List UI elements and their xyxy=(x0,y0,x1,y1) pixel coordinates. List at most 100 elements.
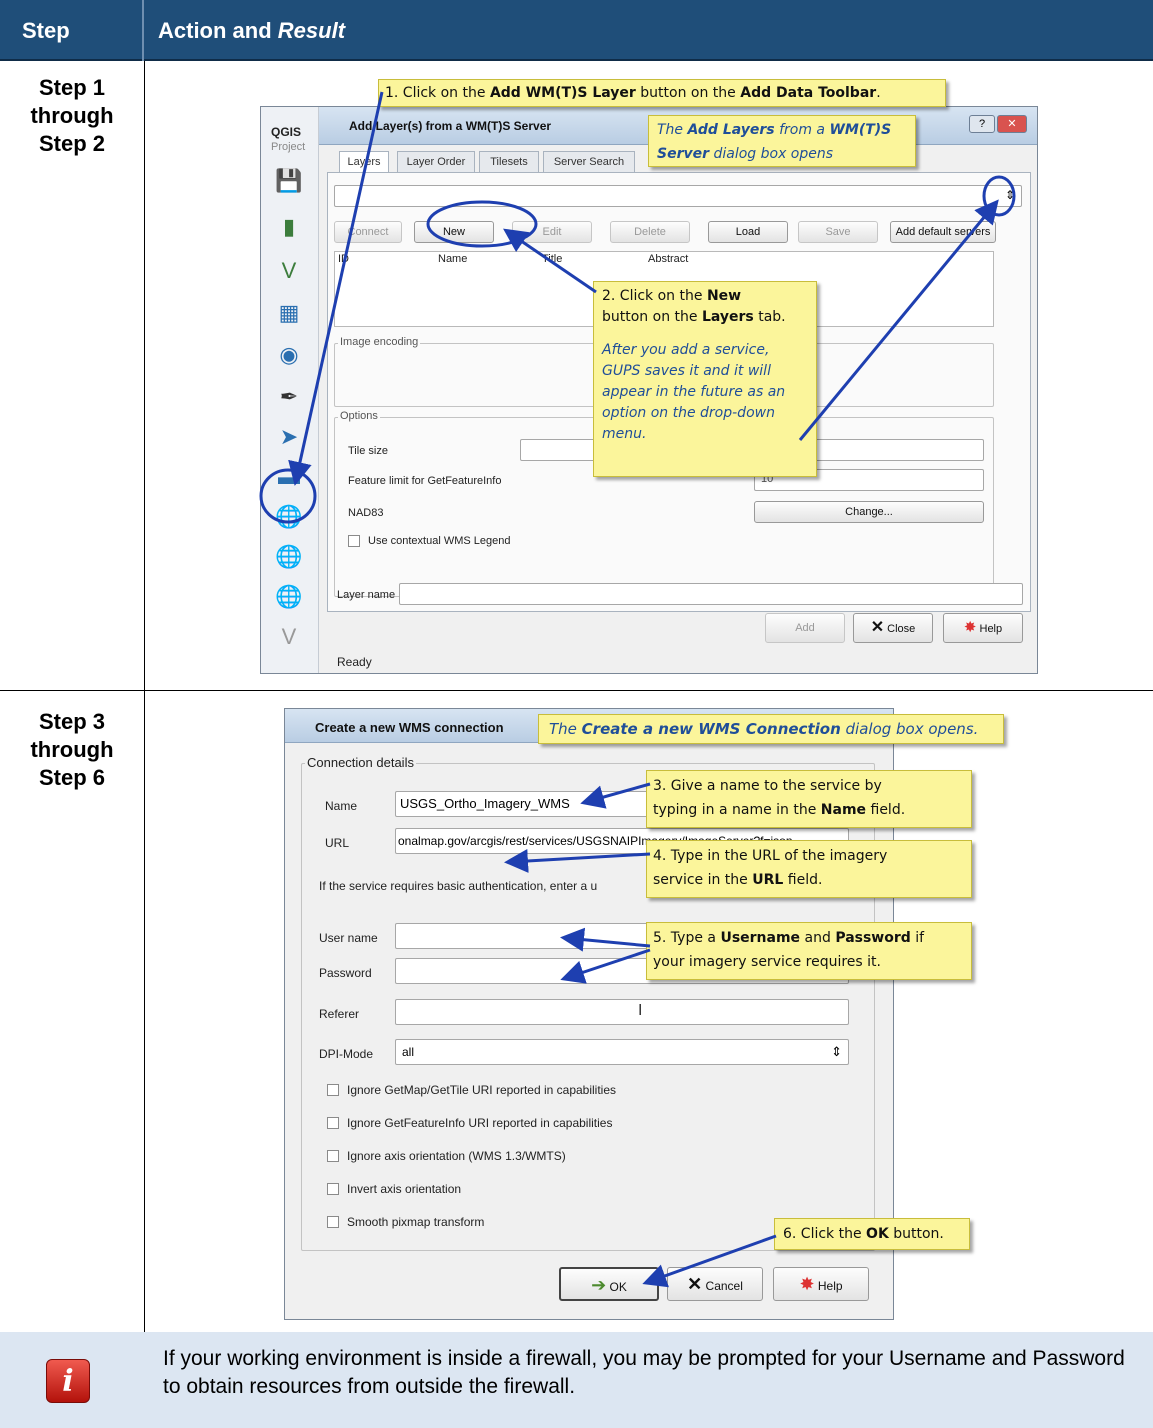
add-vector-layer-icon[interactable]: V xyxy=(275,257,303,285)
label-ignore-getmap: Ignore GetMap/GetTile URI reported in ca… xyxy=(347,1083,617,1097)
delete-button[interactable]: Delete xyxy=(610,221,690,243)
qgis-title: QGIS xyxy=(271,125,302,139)
close-window-button[interactable]: ✕ xyxy=(997,115,1027,133)
step-label-line: through xyxy=(30,103,114,128)
checkbox-ignore-axis[interactable] xyxy=(327,1150,339,1162)
callout-text: dialog box opens. xyxy=(840,720,979,738)
callout-line: After you add a service, xyxy=(602,342,770,358)
callout-bold: Layers xyxy=(701,309,754,325)
callout-step-1: 1. Click on the Add WM(T)S Layer button … xyxy=(378,79,946,107)
callout-bold: Add Layers xyxy=(687,122,775,138)
change-crs-button[interactable]: Change... xyxy=(754,501,984,523)
callout-line: GUPS saves it and it will xyxy=(602,363,771,379)
step-label-line: Step 2 xyxy=(38,131,106,156)
tab-tilesets[interactable]: Tilesets xyxy=(479,151,539,173)
ok-label: OK xyxy=(609,1280,627,1294)
add-wcs-layer-icon[interactable]: 🌐 xyxy=(275,543,303,571)
tab-layer-order[interactable]: Layer Order xyxy=(397,151,475,173)
dpi-mode-select[interactable]: all ⇕ xyxy=(395,1039,849,1065)
auth-hint: If the service requires basic authentica… xyxy=(319,879,598,893)
column-header-id[interactable]: ID xyxy=(338,253,349,271)
new-button[interactable]: New xyxy=(414,221,494,243)
callout-line: option on the drop-down xyxy=(602,405,775,421)
callout-line: Server dialog box opens xyxy=(657,142,907,166)
url-label: URL xyxy=(325,836,350,850)
close-label: Close xyxy=(887,623,916,635)
close-button[interactable]: ✕ Close xyxy=(853,613,933,643)
tab-layers[interactable]: Layers xyxy=(339,151,389,173)
step-label-line: through xyxy=(30,737,114,762)
column-header-title[interactable]: Title xyxy=(542,253,562,271)
add-raster-layer-icon[interactable]: ▦ xyxy=(275,299,303,327)
callout-bold: Password xyxy=(835,930,911,946)
text-cursor-icon: I xyxy=(638,1002,643,1019)
new-layer-icon[interactable]: ▮ xyxy=(275,213,303,241)
username-label: User name xyxy=(319,931,378,945)
callout-line: 2. Click on the New xyxy=(602,286,808,307)
layer-name-input[interactable] xyxy=(399,583,1023,605)
callout-text: field. xyxy=(783,872,823,888)
save-button[interactable]: Save xyxy=(798,221,878,243)
referer-label: Referer xyxy=(319,1007,360,1021)
callout-text: if xyxy=(910,930,925,946)
connect-button[interactable]: Connect xyxy=(334,221,402,243)
checkbox-ignore-getfeatureinfo[interactable] xyxy=(327,1117,339,1129)
callout-text: button. xyxy=(888,1226,944,1242)
cancel-icon: ✕ xyxy=(687,1274,703,1294)
step-label-2: Step 3 through Step 6 xyxy=(0,708,144,792)
load-button[interactable]: Load xyxy=(708,221,788,243)
referer-input[interactable]: I xyxy=(395,999,849,1025)
add-button[interactable]: Add xyxy=(765,613,845,643)
callout-line: your imagery service requires it. xyxy=(653,954,881,970)
checkbox-invert-axis[interactable] xyxy=(327,1183,339,1195)
add-mssql-layer-icon[interactable]: ➤ xyxy=(275,423,303,451)
column-header-name[interactable]: Name xyxy=(438,253,467,271)
callout-line: appear in the future as an xyxy=(602,384,786,400)
help-window-button[interactable]: ? xyxy=(969,115,995,133)
add-wfs-layer-icon[interactable]: 🌐 xyxy=(275,583,303,611)
edit-button[interactable]: Edit xyxy=(512,221,592,243)
note-text: If your working environment is inside a … xyxy=(163,1347,1125,1398)
callout-step-3: 3. Give a name to the service by typing … xyxy=(646,770,972,828)
callout-text: button on the xyxy=(602,309,702,325)
callout-text: from a xyxy=(774,122,830,138)
callout-line: typing in a name in the Name field. xyxy=(653,798,965,822)
add-wms-layer-icon[interactable]: 🌐 xyxy=(275,503,303,531)
add-postgis-layer-icon[interactable]: ◉ xyxy=(275,341,303,369)
help-button[interactable]: ✸ Help xyxy=(943,613,1023,643)
header-action-result: Result xyxy=(277,18,346,43)
callout-step-5: 5. Type a Username and Password if your … xyxy=(646,922,972,980)
dialog-title: Create a new WMS connection xyxy=(315,720,504,735)
callout-text: button on the xyxy=(635,85,741,101)
tab-server-search[interactable]: Server Search xyxy=(543,151,635,173)
row-divider xyxy=(0,690,1153,691)
add-spatialite-layer-icon[interactable]: ✒ xyxy=(275,383,303,411)
updown-icon: ⇕ xyxy=(831,1044,842,1059)
step-label-line: Step 6 xyxy=(38,765,106,790)
callout-text: and xyxy=(800,930,836,946)
column-divider xyxy=(144,61,145,1428)
add-oracle-layer-icon[interactable]: ▬ xyxy=(275,463,303,491)
help-button[interactable]: ✸ Help xyxy=(773,1267,869,1301)
callout-bold: Server xyxy=(657,146,710,162)
ok-button[interactable]: ➔ OK xyxy=(559,1267,659,1301)
checkbox-smooth-pixmap[interactable] xyxy=(327,1216,339,1228)
callout-text: service in the xyxy=(653,872,753,888)
name-label: Name xyxy=(325,799,358,813)
help-icon: ✸ xyxy=(799,1274,815,1294)
cancel-button[interactable]: ✕ Cancel xyxy=(667,1267,763,1301)
save-icon[interactable]: 💾 xyxy=(275,167,303,195)
callout-bold: OK xyxy=(866,1226,889,1242)
add-default-servers-button[interactable]: Add default servers xyxy=(890,221,996,243)
callout-text: typing in a name in the xyxy=(653,802,821,818)
callout-line: 4. Type in the URL of the imagery xyxy=(653,848,888,864)
column-header-abstract[interactable]: Abstract xyxy=(648,253,688,271)
add-delimited-text-icon[interactable]: V xyxy=(275,623,303,651)
contextual-legend-checkbox[interactable] xyxy=(348,535,360,547)
connection-details-title: Connection details xyxy=(305,755,416,770)
checkbox-ignore-getmap[interactable] xyxy=(327,1084,339,1096)
qgis-menu[interactable]: Project xyxy=(271,141,305,153)
dialog-title: Add Layer(s) from a WM(T)S Server xyxy=(349,119,552,133)
server-dropdown[interactable]: ⇕ xyxy=(334,185,1022,207)
callout-create-connection-opens: The Create a new WMS Connection dialog b… xyxy=(538,714,1004,744)
